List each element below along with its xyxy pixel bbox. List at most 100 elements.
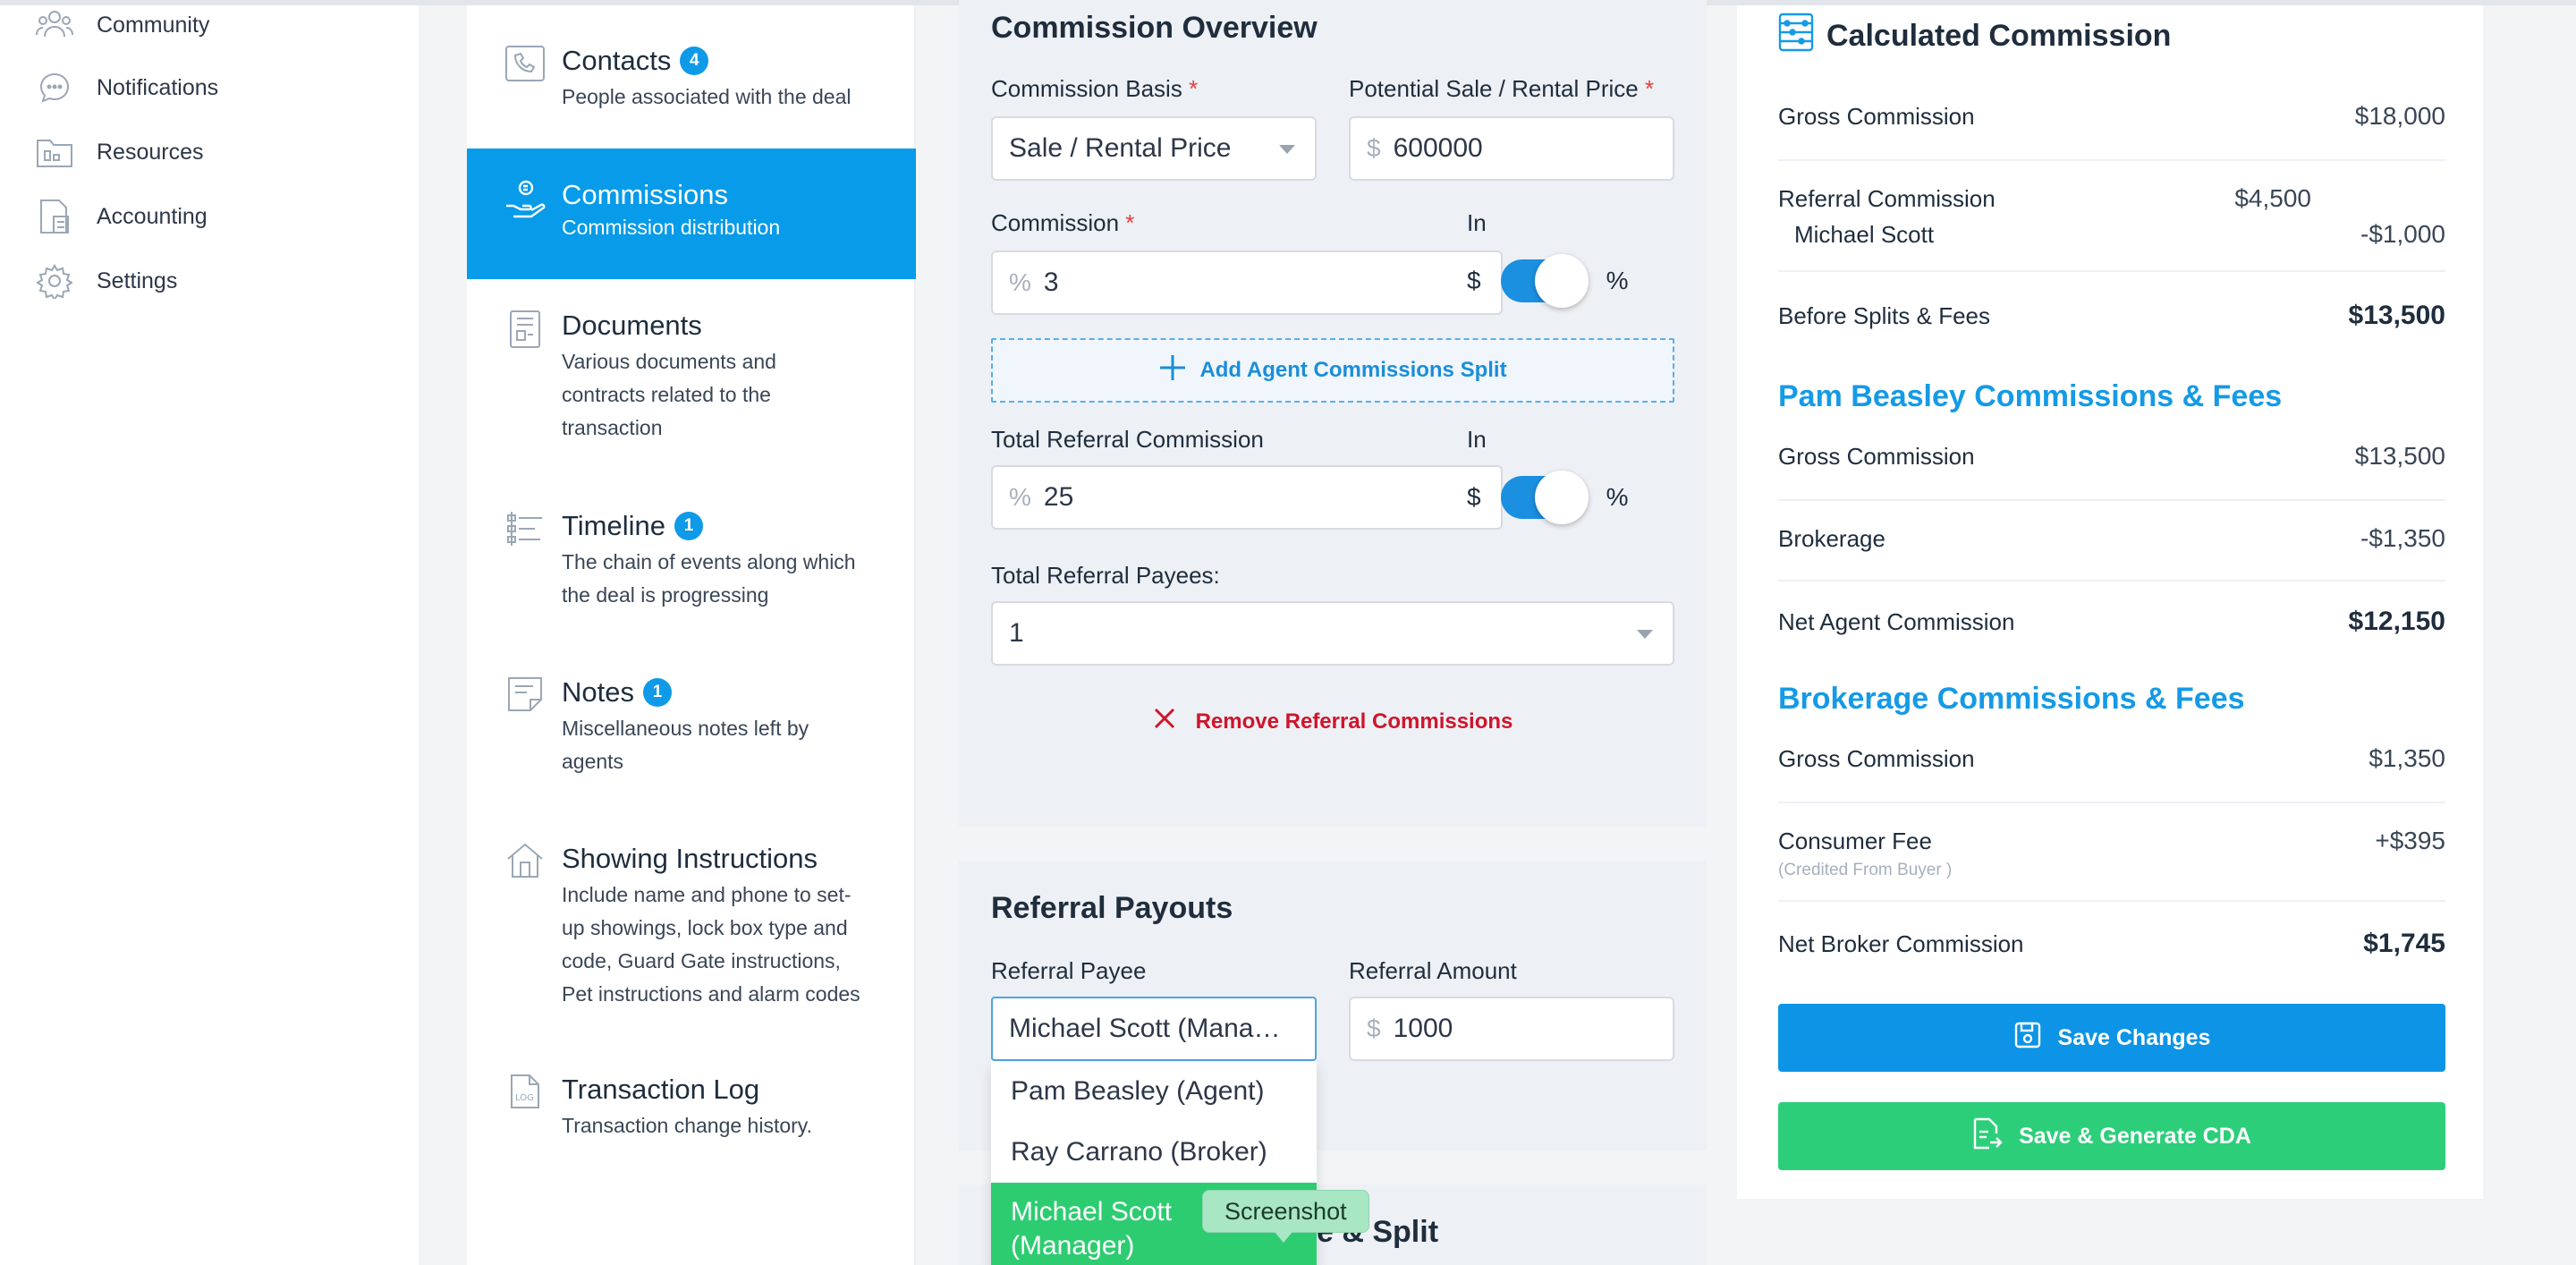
step-timeline[interactable]: Timeline 1 The chain of events along whic… xyxy=(467,508,916,616)
abacus-icon xyxy=(1778,13,1814,60)
consumer-fee-note: (Credited From Buyer ) xyxy=(1778,861,1953,879)
house-icon xyxy=(504,841,546,882)
sale-price-input[interactable]: $600000 xyxy=(1349,116,1674,181)
document-icon xyxy=(504,308,546,349)
gross-commission-row: Gross Commission $18,000 xyxy=(1778,102,2445,130)
broker-fees-title: Brokerage Commissions & Fees xyxy=(1778,682,2245,716)
calculator-icon xyxy=(36,198,73,235)
floppy-disk-icon xyxy=(2013,1021,2042,1056)
chevron-down-icon xyxy=(1279,145,1295,154)
community-icon xyxy=(36,6,73,44)
card-title: Calculated Commission xyxy=(1778,13,2171,60)
count-badge: 1 xyxy=(642,678,672,707)
note-icon xyxy=(504,675,546,716)
step-description: up showings, lock box type and xyxy=(562,916,848,939)
referral-unit-toggle-group: $ % xyxy=(1467,471,1628,524)
referral-payee-select[interactable]: Michael Scott (Mana… xyxy=(991,997,1317,1061)
step-showing-instructions[interactable]: Showing Instructions Include name and ph… xyxy=(467,841,916,1020)
net-agent-row: Net Agent Commission $12,150 xyxy=(1778,607,2445,636)
referral-payees-select[interactable]: 1 xyxy=(991,601,1674,666)
count-badge: 1 xyxy=(674,512,703,540)
referral-payee-options: Pam Beasley (Agent) Ray Carrano (Broker)… xyxy=(991,1061,1317,1265)
section-title: Commission Overview xyxy=(991,11,1318,45)
field-label: Total Referral Commission xyxy=(991,426,1264,453)
step-description: the deal is progressing xyxy=(562,583,769,607)
field-label: Referral Amount xyxy=(1349,957,1517,984)
remove-referral-button[interactable]: Remove Referral Commissions xyxy=(959,707,1707,736)
main-sidebar: Community Notifications Resources Accoun… xyxy=(0,5,419,1265)
sidebar-item-label: Notifications xyxy=(97,74,219,100)
sidebar-item-settings[interactable]: Settings xyxy=(36,258,177,304)
document-export-icon xyxy=(1972,1117,2003,1156)
referral-unit-toggle[interactable] xyxy=(1500,471,1589,524)
sidebar-item-accounting[interactable]: Accounting xyxy=(36,193,208,240)
sidebar-item-label: Settings xyxy=(97,267,178,293)
step-description: Miscellaneous notes left by xyxy=(562,717,809,740)
brokerage-row: Brokerage -$1,350 xyxy=(1778,524,2445,552)
field-label: In xyxy=(1467,426,1487,453)
dropdown-option[interactable]: Pam Beasley (Agent) xyxy=(991,1061,1317,1122)
step-notes[interactable]: Notes 1 Miscellaneous notes left by agent… xyxy=(467,675,916,782)
step-description: Commission distribution xyxy=(562,216,781,239)
dropdown-option[interactable]: Ray Carrano (Broker) xyxy=(991,1122,1317,1183)
close-icon xyxy=(1153,707,1176,736)
sidebar-item-resources[interactable]: Resources xyxy=(36,129,204,175)
log-icon: LOG xyxy=(504,1072,546,1113)
sidebar-item-notifications[interactable]: Notifications xyxy=(36,64,218,111)
screenshot-tooltip: Screenshot xyxy=(1202,1190,1369,1243)
agent-gross-row: Gross Commission $13,500 xyxy=(1778,442,2445,470)
step-description: Pet instructions and alarm codes xyxy=(562,982,860,1006)
count-badge: 4 xyxy=(680,47,709,75)
sidebar-item-community[interactable]: Community xyxy=(36,2,209,48)
step-title: Notes xyxy=(562,676,634,708)
save-generate-cda-button[interactable]: Save & Generate CDA xyxy=(1778,1102,2445,1170)
step-description: The chain of events along which xyxy=(562,550,856,573)
commission-rate-input[interactable]: % 3 xyxy=(991,250,1503,315)
deal-steps-panel: Contacts 4 People associated with the dea… xyxy=(467,5,916,1265)
sidebar-item-label: Community xyxy=(97,12,210,38)
save-changes-button[interactable]: Save Changes xyxy=(1778,1004,2445,1072)
step-transaction-log[interactable]: LOG Transaction Log Transaction change h… xyxy=(467,1072,916,1152)
chevron-down-icon xyxy=(1637,630,1653,639)
referral-person-row: Michael Scott -$1,000 xyxy=(1794,220,2445,248)
field-label: Referral Payee xyxy=(991,957,1147,984)
dollar-label: $ xyxy=(1467,267,1481,294)
svg-text:LOG: LOG xyxy=(515,1093,534,1103)
chat-bubble-icon xyxy=(36,69,73,106)
referral-amount-input[interactable]: $1000 xyxy=(1349,997,1674,1061)
agent-fees-title: Pam Beasley Commissions & Fees xyxy=(1778,379,2283,413)
dollar-label: $ xyxy=(1467,483,1481,511)
step-title: Documents xyxy=(562,310,702,341)
calculated-commission-card: Calculated Commission Gross Commission $1… xyxy=(1737,5,2483,1199)
step-documents[interactable]: Documents Various documents and contract… xyxy=(467,308,916,442)
field-label: Commission * xyxy=(991,209,1135,236)
field-label: Total Referral Payees: xyxy=(991,562,1220,589)
step-description: agents xyxy=(562,750,624,773)
step-description: transaction xyxy=(562,416,663,439)
folder-icon xyxy=(36,133,73,171)
sidebar-item-label: Resources xyxy=(97,139,204,165)
net-broker-row: Net Broker Commission $1,745 xyxy=(1778,929,2445,958)
step-title: Showing Instructions xyxy=(562,843,818,874)
step-title: Commissions xyxy=(562,179,729,210)
gear-icon xyxy=(36,262,73,300)
step-description: Include name and phone to set- xyxy=(562,883,852,906)
commission-unit-toggle[interactable] xyxy=(1500,254,1589,308)
section-title: Referral Payouts xyxy=(991,891,1233,925)
referral-commission-input[interactable]: % 25 xyxy=(991,465,1503,530)
step-description: contracts related to the xyxy=(562,383,771,406)
before-splits-row: Before Splits & Fees $13,500 xyxy=(1778,301,2445,330)
sidebar-item-label: Accounting xyxy=(97,203,208,229)
step-contacts[interactable]: Contacts 4 People associated with the dea… xyxy=(467,43,916,129)
referral-commission-row: Referral Commission $4,500 xyxy=(1778,184,2311,212)
step-title: Contacts xyxy=(562,45,672,76)
broker-gross-row: Gross Commission $1,350 xyxy=(1778,744,2445,772)
step-description: Various documents and xyxy=(562,350,776,373)
field-label: In xyxy=(1467,209,1487,236)
commission-basis-select[interactable]: Sale / Rental Price xyxy=(991,116,1317,181)
add-agent-split-button[interactable]: Add Agent Commissions Split xyxy=(991,338,1674,403)
step-description: code, Guard Gate instructions, xyxy=(562,949,841,972)
step-commissions[interactable]: Commissions Commission distribution xyxy=(467,149,916,279)
step-description: People associated with the deal xyxy=(562,85,852,108)
phone-book-icon xyxy=(504,43,546,84)
